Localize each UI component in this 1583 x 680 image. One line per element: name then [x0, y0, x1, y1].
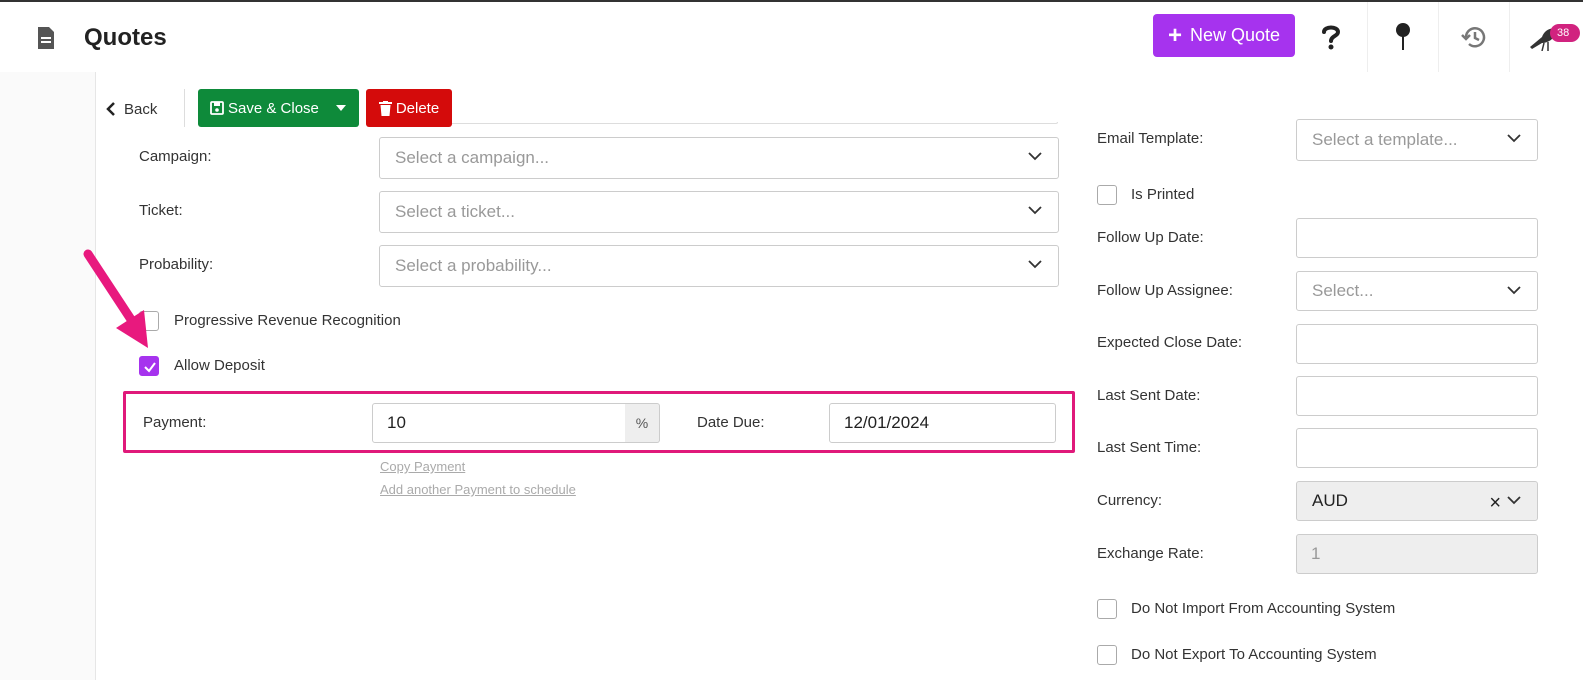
save-close-label: Save & Close — [228, 99, 319, 117]
expected-close-date-input[interactable] — [1296, 324, 1538, 364]
payment-input[interactable]: 10 — [372, 403, 626, 443]
campaign-select[interactable]: Select a campaign... — [379, 137, 1059, 179]
exchange-rate-input: 1 — [1296, 534, 1538, 574]
help-icon — [1322, 25, 1341, 50]
save-close-button[interactable]: Save & Close — [198, 89, 359, 127]
caret-down-icon — [335, 105, 346, 111]
pin-icon — [1395, 23, 1410, 50]
last-sent-time-label: Last Sent Time: — [1097, 439, 1202, 456]
page-title: Quotes — [84, 24, 167, 51]
top-bar: Quotes + New Quote 38 — [0, 0, 1583, 72]
probability-select[interactable]: Select a probability... — [379, 245, 1059, 287]
previous-field-edge — [452, 122, 1058, 124]
copy-payment-link[interactable]: Copy Payment — [380, 459, 465, 474]
pin-button[interactable] — [1367, 2, 1437, 72]
help-button[interactable] — [1296, 2, 1366, 72]
campaign-placeholder: Select a campaign... — [395, 148, 550, 167]
save-close-main[interactable]: Save & Close — [198, 100, 322, 117]
history-button[interactable] — [1438, 2, 1508, 72]
follow-up-assignee-placeholder: Select... — [1312, 281, 1374, 300]
left-gutter — [0, 72, 96, 680]
follow-up-assignee-select[interactable]: Select... — [1296, 271, 1538, 311]
is-printed-label: Is Printed — [1131, 186, 1195, 203]
email-template-label: Email Template: — [1097, 130, 1204, 147]
expected-close-date-label: Expected Close Date: — [1097, 334, 1243, 351]
check-icon — [144, 362, 156, 373]
delete-label: Delete — [395, 99, 440, 117]
delete-button[interactable]: Delete — [366, 89, 452, 127]
history-icon — [1460, 27, 1485, 48]
new-quote-label: New Quote — [1189, 25, 1281, 45]
payment-label: Payment: — [143, 414, 207, 431]
progressive-revenue-label: Progressive Revenue Recognition — [174, 312, 401, 329]
allow-deposit-checkbox[interactable] — [139, 356, 159, 376]
no-import-label: Do Not Import From Accounting System — [1131, 600, 1396, 617]
chevron-down-icon — [1507, 286, 1521, 295]
is-printed-checkbox[interactable] — [1097, 185, 1117, 205]
chevron-down-icon — [1028, 260, 1042, 269]
percent-addon: % — [625, 403, 660, 443]
clear-icon[interactable]: × — [1489, 492, 1501, 515]
currency-select[interactable]: AUD × — [1296, 481, 1538, 521]
allow-deposit-label: Allow Deposit — [174, 357, 265, 374]
last-sent-time-input[interactable] — [1296, 428, 1538, 468]
chevron-down-icon — [1507, 134, 1521, 143]
add-payment-link[interactable]: Add another Payment to schedule — [380, 482, 576, 497]
currency-label: Currency: — [1097, 492, 1163, 509]
date-due-input[interactable]: 12/01/2024 — [829, 403, 1056, 443]
chevron-down-icon — [1507, 496, 1521, 505]
follow-up-date-input[interactable] — [1296, 218, 1538, 258]
back-label: Back — [124, 100, 158, 118]
email-template-select[interactable]: Select a template... — [1296, 119, 1538, 161]
exchange-rate-label: Exchange Rate: — [1097, 545, 1204, 562]
last-sent-date-label: Last Sent Date: — [1097, 387, 1201, 404]
campaign-label: Campaign: — [139, 148, 212, 165]
currency-value: AUD — [1312, 491, 1348, 510]
last-sent-date-input[interactable] — [1296, 376, 1538, 416]
chevron-down-icon — [1028, 152, 1042, 161]
notification-badge: 38 — [1550, 24, 1580, 42]
date-due-label: Date Due: — [697, 414, 765, 431]
save-options-dropdown[interactable] — [322, 89, 359, 127]
toolbar-divider — [184, 89, 185, 127]
new-quote-button[interactable]: + New Quote — [1153, 14, 1295, 57]
follow-up-date-label: Follow Up Date: — [1097, 229, 1204, 246]
no-import-checkbox[interactable] — [1097, 599, 1117, 619]
follow-up-assignee-label: Follow Up Assignee: — [1097, 282, 1233, 299]
email-template-placeholder: Select a template... — [1312, 130, 1458, 149]
arrow-annotation — [83, 249, 148, 348]
ticket-placeholder: Select a ticket... — [395, 202, 515, 221]
trash-icon — [378, 100, 392, 116]
ticket-select[interactable]: Select a ticket... — [379, 191, 1059, 233]
ticket-label: Ticket: — [139, 202, 183, 219]
plus-icon: + — [1167, 21, 1182, 49]
no-export-label: Do Not Export To Accounting System — [1131, 646, 1377, 663]
chevron-left-icon — [106, 102, 115, 116]
save-icon — [210, 101, 224, 115]
document-icon — [38, 27, 54, 49]
probability-placeholder: Select a probability... — [395, 256, 552, 275]
back-button[interactable]: Back — [106, 98, 157, 120]
chevron-down-icon — [1028, 206, 1042, 215]
no-export-checkbox[interactable] — [1097, 645, 1117, 665]
